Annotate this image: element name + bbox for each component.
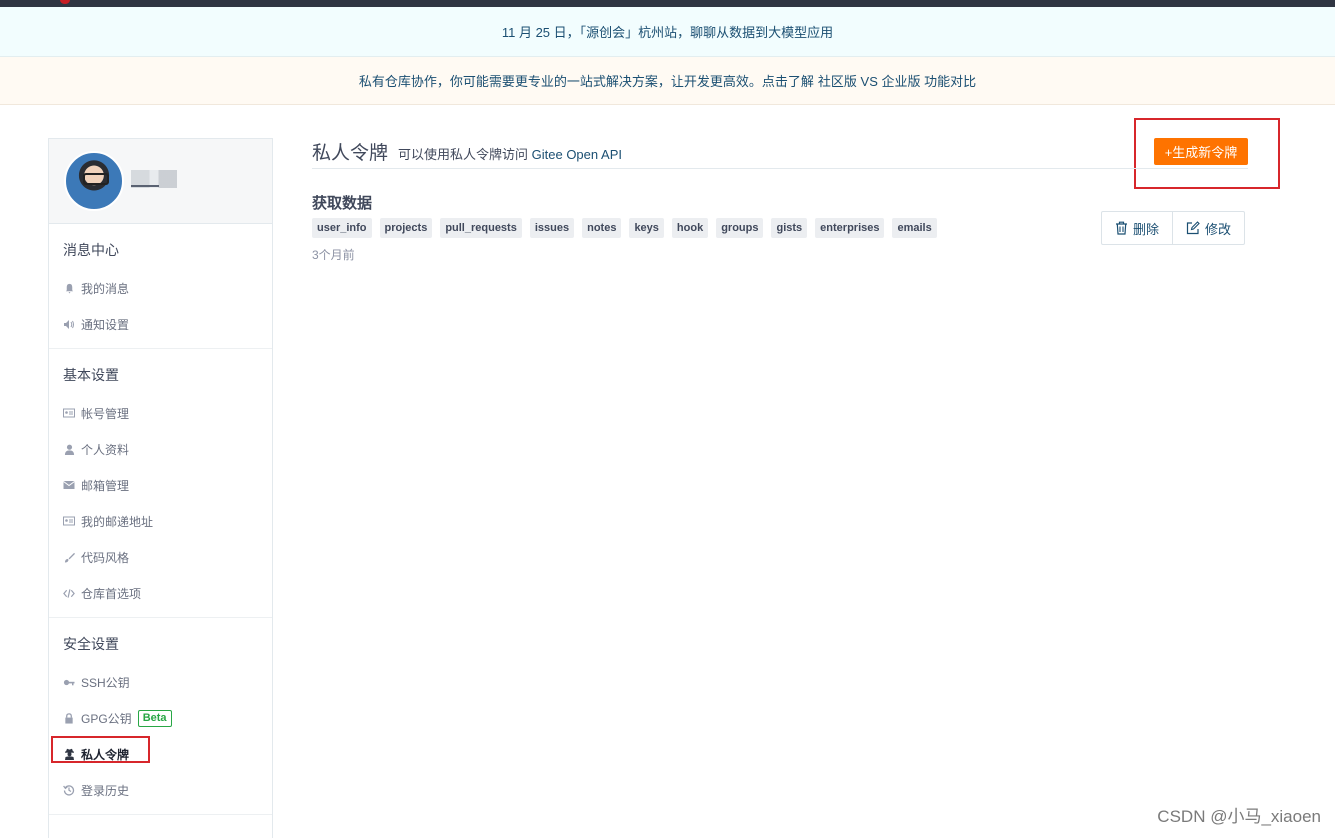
scope-tag: user_info bbox=[312, 218, 372, 238]
event-banner-text[interactable]: 11 月 25 日，「源创会」杭州站，聊聊从数据到大模型应用 bbox=[502, 22, 833, 41]
sidebar-item-label: 通知设置 bbox=[81, 317, 130, 332]
promo-banner: 私有仓库协作，你可能需要更专业的一站式解决方案，让开发更高效。点击了解 社区版 … bbox=[0, 57, 1335, 105]
sidebar-item-email[interactable]: 邮箱管理 bbox=[49, 467, 272, 503]
bell-icon bbox=[63, 282, 75, 294]
page-title: 私人令牌 bbox=[312, 143, 389, 164]
delete-token-button[interactable]: 删除 bbox=[1102, 212, 1172, 244]
sidebar-item-label: GPG公钥 bbox=[81, 711, 132, 726]
logo-icon bbox=[60, 0, 70, 4]
lock-icon bbox=[63, 712, 75, 724]
page-subtitle: 可以使用私人令牌访问 Gitee Open API bbox=[398, 144, 622, 163]
event-banner[interactable]: 11 月 25 日，「源创会」杭州站，聊聊从数据到大模型应用 bbox=[0, 7, 1335, 57]
sidebar-item-label: 邮箱管理 bbox=[81, 478, 130, 493]
scope-tag: notes bbox=[582, 218, 622, 238]
group-message-center: 消息中心 我的消息 通知设置 bbox=[49, 224, 272, 349]
scope-tag: projects bbox=[379, 218, 433, 238]
page-subtitle-text: 可以使用私人令牌访问 bbox=[398, 147, 529, 162]
key-icon bbox=[63, 676, 75, 688]
group-basic-settings: 基本设置 帐号管理 个人资料 邮箱管理 我的邮递地址 代码风格 仓库首选项 bbox=[49, 349, 272, 618]
group-title: 基本设置 bbox=[63, 367, 119, 383]
sidebar-item-my-messages[interactable]: 我的消息 bbox=[49, 270, 272, 306]
avatar[interactable] bbox=[64, 151, 124, 211]
token-scopes: user_info projects pull_requests issues note… bbox=[312, 218, 937, 238]
csdn-watermark: CSDN @小马_xiaoen bbox=[1157, 807, 1321, 826]
scope-tag: enterprises bbox=[815, 218, 885, 238]
trash-icon bbox=[1116, 221, 1127, 235]
scope-tag: keys bbox=[629, 218, 664, 238]
scope-tag: hook bbox=[671, 218, 709, 238]
scope-tag: groups bbox=[716, 218, 764, 238]
page-header: 私人令牌 可以使用私人令牌访问 Gitee Open API +生成新令牌 bbox=[312, 138, 1248, 169]
scope-tag: pull_requests bbox=[440, 218, 522, 238]
sidebar-item-label: 个人资料 bbox=[81, 442, 130, 457]
mail-icon bbox=[63, 479, 75, 491]
user-icon bbox=[63, 443, 75, 455]
address-card-icon bbox=[63, 515, 75, 527]
user-card bbox=[49, 139, 272, 224]
edit-token-button[interactable]: 修改 bbox=[1172, 212, 1244, 244]
delete-label: 删除 bbox=[1133, 221, 1160, 237]
edit-label: 修改 bbox=[1205, 221, 1232, 237]
scope-tag: gists bbox=[771, 218, 808, 238]
token-name: 获取数据 bbox=[312, 195, 373, 212]
brush-icon bbox=[63, 551, 75, 563]
sidebar-item-label: 代码风格 bbox=[81, 550, 130, 565]
highlight-box-private-tokens bbox=[51, 736, 150, 763]
id-card-icon bbox=[63, 407, 75, 419]
history-icon bbox=[63, 784, 75, 796]
sidebar-item-label: 仓库首选项 bbox=[81, 586, 142, 601]
top-navbar bbox=[0, 0, 1335, 7]
promo-banner-link[interactable]: 社区版 VS 企业版 功能对比 bbox=[818, 71, 976, 90]
sidebar-item-label: SSH公钥 bbox=[81, 675, 130, 690]
promo-banner-text: 私有仓库协作，你可能需要更专业的一站式解决方案，让开发更高效。点击了解 bbox=[358, 74, 814, 89]
scope-tag: emails bbox=[892, 218, 937, 238]
sidebar-item-label: 帐号管理 bbox=[81, 406, 130, 421]
group-title: 安全设置 bbox=[63, 636, 119, 652]
scope-tag: issues bbox=[529, 218, 575, 238]
generate-token-button[interactable]: +生成新令牌 bbox=[1154, 138, 1248, 165]
sidebar-item-login-history[interactable]: 登录历史 bbox=[49, 772, 272, 808]
sidebar-item-gpg-keys[interactable]: GPG公钥 Beta bbox=[49, 700, 272, 736]
settings-sidebar: 消息中心 我的消息 通知设置 基本设置 帐号管理 个人资料 邮箱管理 我的邮递地… bbox=[48, 138, 273, 838]
sidebar-item-label: 我的消息 bbox=[81, 281, 130, 296]
sidebar-item-profile[interactable]: 个人资料 bbox=[49, 431, 272, 467]
sidebar-item-code-style[interactable]: 代码风格 bbox=[49, 539, 272, 575]
sidebar-item-ssh-keys[interactable]: SSH公钥 bbox=[49, 664, 272, 700]
beta-badge: Beta bbox=[137, 709, 172, 727]
sidebar-item-label: 我的邮递地址 bbox=[81, 514, 154, 529]
username-underline bbox=[131, 185, 159, 187]
sidebar-item-label: 登录历史 bbox=[81, 783, 130, 798]
sidebar-item-address[interactable]: 我的邮递地址 bbox=[49, 503, 272, 539]
token-created-time: 3个月前 bbox=[312, 248, 355, 262]
gitee-open-api-link[interactable]: Gitee Open API bbox=[532, 147, 622, 162]
token-actions: 删除 修改 bbox=[1101, 211, 1246, 245]
sidebar-item-account[interactable]: 帐号管理 bbox=[49, 395, 272, 431]
code-icon bbox=[63, 587, 75, 599]
group-security-settings: 安全设置 SSH公钥 GPG公钥 Beta 私人令牌 登录历史 bbox=[49, 618, 272, 815]
group-title: 消息中心 bbox=[63, 242, 119, 258]
speaker-icon bbox=[63, 318, 75, 330]
edit-icon bbox=[1186, 221, 1200, 235]
sidebar-item-notification-settings[interactable]: 通知设置 bbox=[49, 306, 272, 342]
sidebar-item-repo-preferences[interactable]: 仓库首选项 bbox=[49, 575, 272, 611]
